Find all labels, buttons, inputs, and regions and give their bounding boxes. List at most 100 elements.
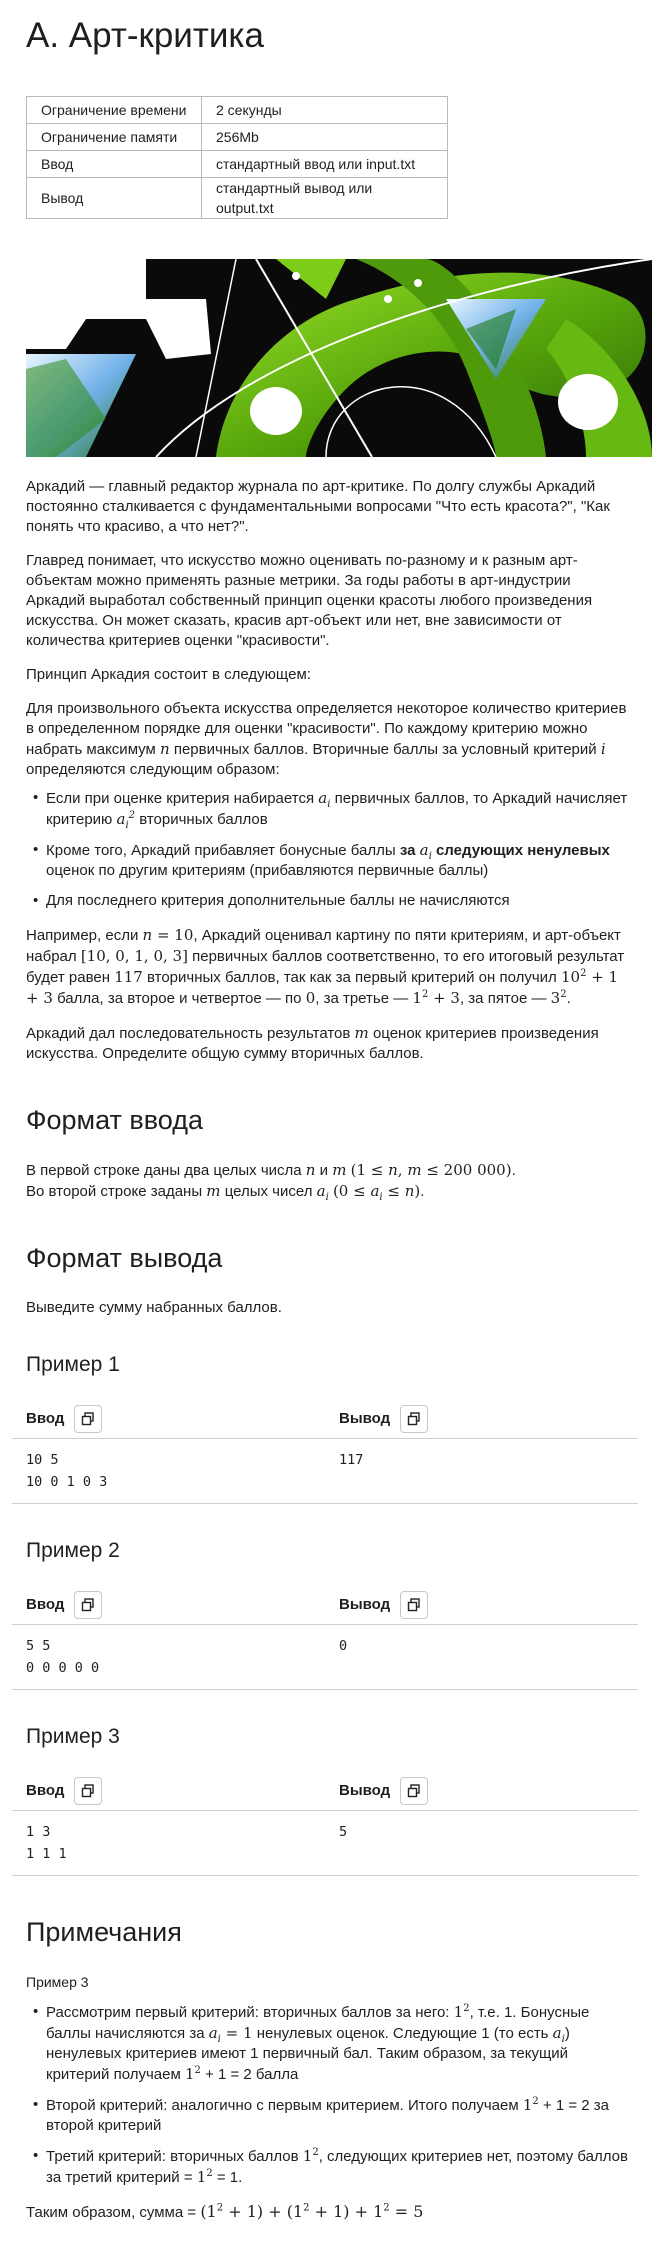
statement-paragraph: Аркадий дал последовательность результат…: [26, 1023, 628, 1064]
math-array: [10, 0, 1, 0, 3]: [80, 947, 188, 965]
statement-paragraph: Например, если n = 10, Аркадий оценивал …: [26, 926, 625, 1007]
math-constraint-nm: (1 ≤ n, m ≤ 200 000): [350, 1161, 512, 1179]
math-one-squared: 12: [522, 2096, 539, 2114]
text-fragment: Рассмотрим первый критерий: вторичных ба…: [46, 2004, 450, 2021]
notes-list: • Рассмотрим первый критерий: вторичных …: [26, 2002, 628, 2188]
math-ai-squared: ai2: [116, 810, 136, 831]
sample-block: Ввод Вывод 5 5 0 0 0 0 0 0: [12, 1586, 638, 1690]
math-constraint-ai: (0 ≤ ai ≤ n): [332, 1182, 421, 1203]
limit-key: Вывод: [26, 177, 202, 219]
problem-title: A. Арт-критика: [26, 16, 264, 55]
sample-output: 117: [339, 1452, 364, 1468]
math-117: 117: [114, 968, 143, 986]
sample-block: Ввод Вывод 1 3 1 1 1 5: [12, 1772, 638, 1876]
sample-input-cell: 1 3 1 1 1: [12, 1821, 325, 1865]
math-sum: (12 + 1) + (12 + 1) + 12 = 5: [200, 2202, 424, 2221]
copy-icon: [82, 1412, 95, 1426]
problem-statement: Аркадий — главный редактор журнала по ар…: [26, 477, 628, 1064]
sample-input-cell: 10 5 10 0 1 0 3: [12, 1449, 325, 1493]
limits-table: Ограничение времени 2 секунды Ограничени…: [26, 96, 448, 219]
limits-row: Ограничение памяти 256Mb: [26, 123, 448, 151]
copy-input-button[interactable]: [74, 1777, 103, 1805]
list-item: • Если при оценке критерия набирается ai…: [33, 788, 628, 831]
problem-illustration: [26, 259, 652, 457]
limits-row: Ограничение времени 2 секунды: [26, 96, 448, 124]
math-fifth: 32: [550, 989, 567, 1007]
sample-input: 10 5 10 0 1 0 3: [26, 1452, 108, 1490]
problem-page: A. Арт-критика Ограничение времени 2 сек…: [0, 14, 654, 2223]
sample-input-header: Ввод: [12, 1777, 325, 1805]
limits-row: Вывод стандартный вывод или output.txt: [26, 177, 448, 219]
text-fragment: ненулевых оценок. Следующие 1 (то есть: [256, 2025, 549, 2042]
sample-header: Ввод Вывод: [12, 1400, 638, 1439]
math-eq: = 10: [152, 926, 194, 944]
math-ai: ai: [419, 841, 432, 862]
copy-output-button[interactable]: [400, 1591, 429, 1619]
sample-input: 5 5 0 0 0 0 0: [26, 1638, 100, 1676]
copy-icon: [82, 1598, 95, 1612]
output-format-heading: Формат вывода: [26, 1243, 223, 1273]
statement-paragraph: Аркадий — главный редактор журнала по ар…: [26, 478, 610, 535]
bullet-icon: •: [33, 841, 39, 858]
sample-input-cell: 5 5 0 0 0 0 0: [12, 1635, 325, 1679]
text-fragment: Например, если: [26, 927, 139, 944]
text-fragment: балла, за второе и четвертое — по: [57, 990, 302, 1007]
sample-output-cell: 0: [325, 1635, 638, 1679]
sample-block: Ввод Вывод 10 5 10 0 1 0 3 117: [12, 1400, 638, 1504]
copy-icon: [82, 1784, 95, 1798]
sample-input-label: Ввод: [26, 1596, 65, 1613]
sample-input-label: Ввод: [26, 1410, 65, 1427]
limit-value: стандартный ввод или input.txt: [201, 150, 448, 178]
notes-sum: Таким образом, сумма = (12 + 1) + (12 + …: [26, 2202, 628, 2223]
math-one-squared: 12: [184, 2065, 201, 2083]
output-format-text: Выведите сумму набранных баллов.: [26, 1299, 282, 1316]
sample-body: 1 3 1 1 1 5: [12, 1811, 638, 1876]
bold-fragment: следующих ненулевых: [435, 842, 610, 859]
text-fragment: Кроме того, Аркадий прибавляет бонусные …: [46, 842, 396, 859]
statement-paragraph: Для произвольного объекта искусства опре…: [26, 699, 628, 780]
text-fragment: , за третье —: [315, 990, 409, 1007]
sample-output-cell: 5: [325, 1821, 638, 1865]
math-one-squared: 12: [453, 2003, 470, 2021]
math-i: i: [600, 740, 606, 758]
copy-output-button[interactable]: [400, 1405, 429, 1433]
sample-output-header: Вывод: [325, 1405, 638, 1433]
copy-output-button[interactable]: [400, 1777, 429, 1805]
notes-heading: Примечания: [26, 1917, 182, 1947]
math-one-squared: 12: [196, 2168, 213, 2186]
text-fragment: + 1 = 2 балла: [205, 2066, 299, 2083]
bullet-icon: •: [33, 892, 39, 909]
sample-output-header: Вывод: [325, 1777, 638, 1805]
list-item: • Второй критерий: аналогично с первым к…: [33, 2095, 628, 2136]
copy-icon: [407, 1784, 420, 1798]
text-fragment: вторичных баллов: [139, 811, 268, 828]
math-m: m: [354, 1024, 369, 1042]
limit-value: 256Mb: [201, 123, 448, 151]
text-fragment: целых чисел: [224, 1183, 313, 1200]
statement-paragraph: Принцип Аркадия состоит в следующем:: [26, 666, 311, 683]
limit-key: Ввод: [26, 150, 202, 178]
bullet-icon: •: [33, 2147, 39, 2164]
text-fragment: Третий критерий: вторичных баллов: [46, 2148, 299, 2165]
text-fragment: Если при оценке критерия набирается: [46, 790, 315, 807]
math-n: n: [160, 740, 170, 758]
copy-icon: [407, 1412, 420, 1426]
math-ai: ai: [318, 789, 331, 810]
sample-output-header: Вывод: [325, 1591, 638, 1619]
sample-output-label: Вывод: [339, 1782, 391, 1799]
math-ai: ai: [552, 2024, 565, 2045]
copy-input-button[interactable]: [74, 1405, 103, 1433]
bullet-icon: •: [33, 789, 39, 806]
sample-input-label: Ввод: [26, 1782, 65, 1799]
list-item: • Кроме того, Аркадий прибавляет бонусны…: [33, 840, 628, 881]
text-fragment: вторичных баллов, так как за первый крит…: [147, 969, 557, 986]
copy-icon: [407, 1598, 420, 1612]
limit-key: Ограничение времени: [26, 96, 202, 124]
text-fragment: , за пятое —: [459, 990, 547, 1007]
sample-output: 0: [339, 1638, 348, 1654]
copy-input-button[interactable]: [74, 1591, 103, 1619]
sample-title: Пример 3: [26, 1725, 120, 1748]
list-item: • Третий критерий: вторичных баллов 12, …: [33, 2146, 628, 2188]
math-n-eq: n: [142, 926, 153, 944]
math-n: n: [305, 1161, 316, 1179]
